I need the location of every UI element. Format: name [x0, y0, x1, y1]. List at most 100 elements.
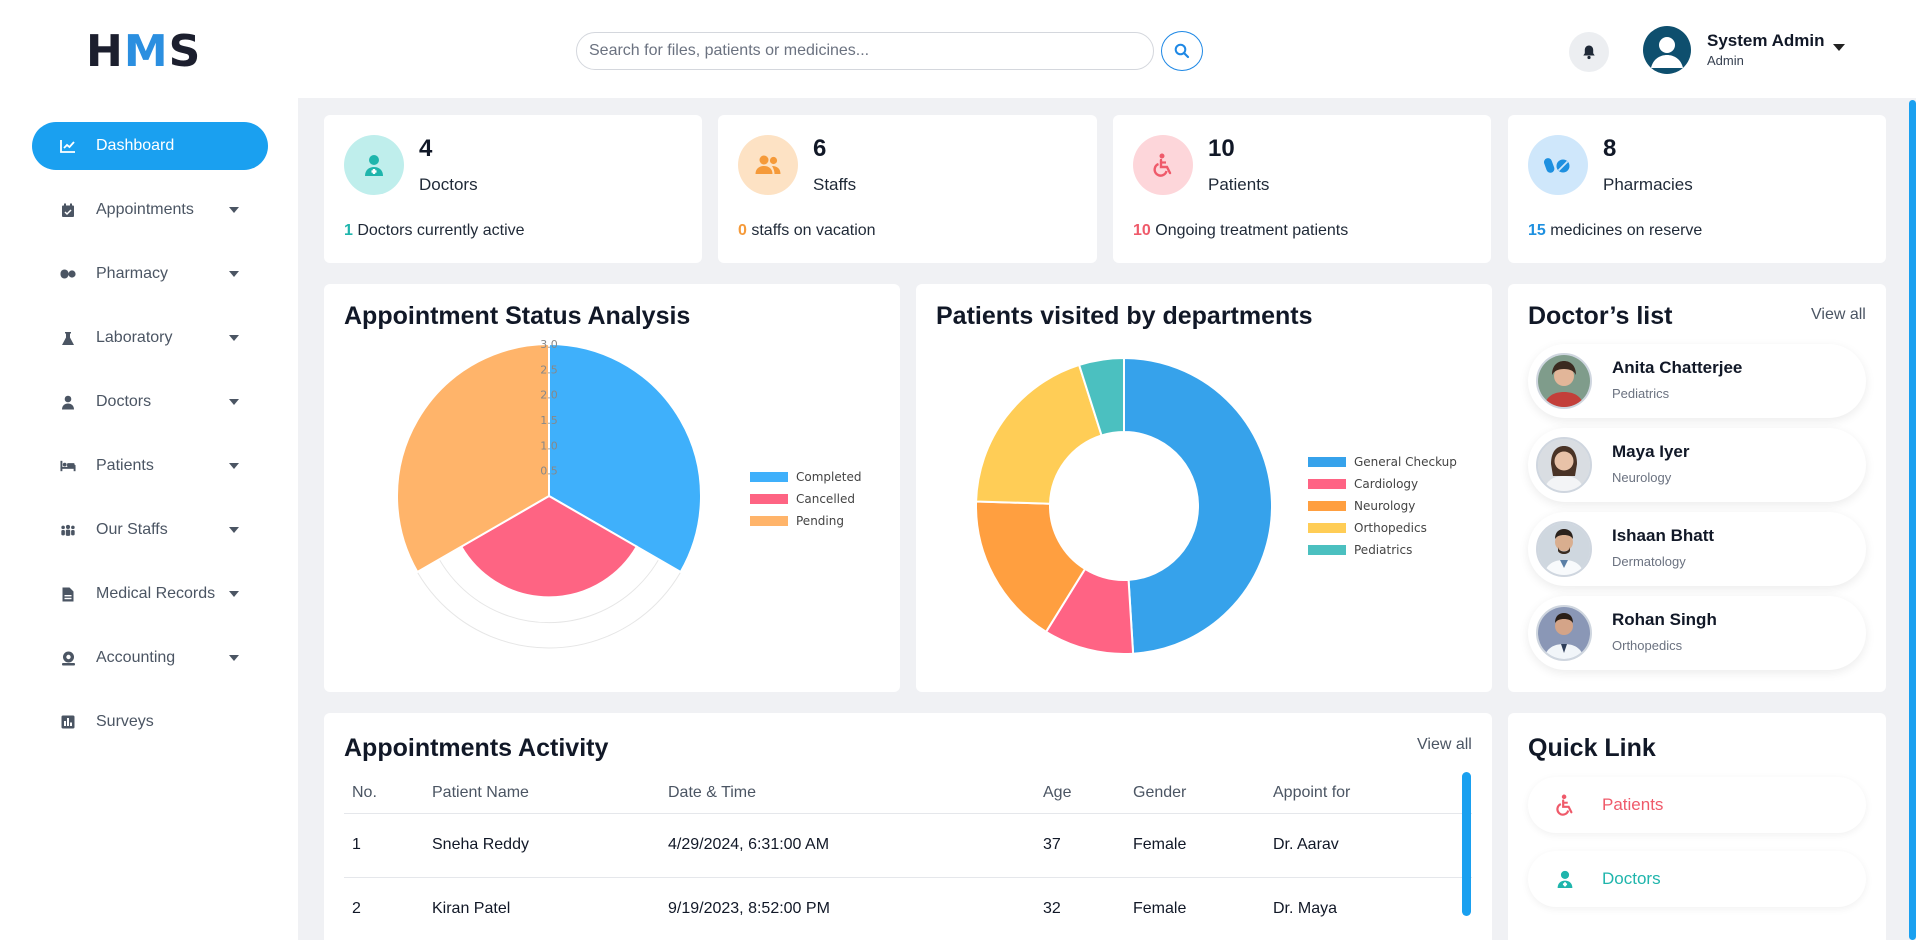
sidebar-item-our-staffs[interactable]: Our Staffs [32, 506, 268, 554]
sidebar-item-pharmacy[interactable]: Pharmacy [32, 250, 268, 298]
doughnut-segment-general-checkup[interactable] [1123, 356, 1273, 655]
table-scrollbar[interactable] [1462, 772, 1471, 916]
square-poll-icon [60, 714, 76, 730]
departments-card: Patients visited by departments General … [916, 284, 1492, 692]
user-icon [1651, 37, 1683, 68]
column-header[interactable]: Age [1043, 784, 1071, 802]
user-doctor-icon [1554, 869, 1576, 889]
stat-value: 4 [419, 135, 433, 162]
column-header[interactable]: Appoint for [1273, 784, 1350, 802]
sidebar-item-laboratory[interactable]: Laboratory [32, 314, 268, 362]
sidebar-item-dashboard[interactable]: Dashboard [32, 122, 268, 170]
stat-label: Pharmacies [1603, 175, 1693, 194]
doctor-avatar [1536, 437, 1592, 493]
sidebar-item-doctors[interactable]: Doctors [32, 378, 268, 426]
stat-value: 8 [1603, 135, 1617, 162]
chart-line-icon [60, 138, 76, 154]
chevron-down-icon[interactable] [229, 591, 239, 597]
sidebar-item-appointments[interactable]: Appointments [32, 186, 268, 234]
stat-card-staffs[interactable]: 6 Staffs 0 staffs on vacation [718, 115, 1097, 263]
legend-item[interactable]: Orthopedics [1308, 517, 1457, 539]
stat-label: Doctors [419, 175, 478, 194]
sidebar-item-label: Doctors [96, 393, 152, 410]
user-name[interactable]: System Admin [1707, 31, 1824, 51]
stat-card-patients[interactable]: 10 Patients 10 Ongoing treatment patient… [1113, 115, 1491, 263]
sidebar-item-label: Laboratory [96, 329, 173, 346]
column-header[interactable]: Date & Time [668, 784, 756, 802]
divider [344, 877, 1472, 878]
sidebar-item-patients[interactable]: Patients [32, 442, 268, 490]
radial-tick-label: 3.0 [540, 338, 558, 351]
doctor-list-item[interactable]: Anita Chatterjee Pediatrics [1528, 344, 1866, 418]
bell-icon [1583, 45, 1595, 60]
legend-item[interactable]: Pending [750, 510, 861, 532]
view-all-link[interactable]: View all [1417, 736, 1472, 754]
notifications-button[interactable] [1569, 32, 1609, 72]
cell-appoint-for: Dr. Aarav [1273, 836, 1339, 853]
cell-appoint-for: Dr. Maya [1273, 900, 1338, 917]
sidebar-item-label: Accounting [96, 649, 176, 666]
search-icon [1174, 43, 1190, 59]
sidebar-item-label: Pharmacy [96, 265, 169, 282]
user-doctor-icon [60, 394, 76, 410]
cell-patient-name: Sneha Reddy [432, 836, 529, 853]
quick-links-card: Quick Link Patients Doctors [1508, 713, 1886, 940]
chevron-down-icon[interactable] [229, 335, 239, 341]
doctor-list-item[interactable]: Maya Iyer Neurology [1528, 428, 1866, 502]
stat-card-pharmacies[interactable]: 8 Pharmacies 15 medicines on reserve [1508, 115, 1886, 263]
chevron-down-icon[interactable] [229, 655, 239, 661]
doctor-list-item[interactable]: Ishaan Bhatt Dermatology [1528, 512, 1866, 586]
radial-tick-label: 1.5 [540, 414, 558, 427]
chevron-down-icon[interactable] [229, 463, 239, 469]
radial-tick-label: 1.0 [540, 439, 558, 452]
search-input[interactable] [576, 32, 1154, 70]
sidebar-item-label: Patients [96, 457, 154, 474]
sidebar-item-accounting[interactable]: Accounting [32, 634, 268, 682]
stat-card-doctors[interactable]: 4 Doctors 1 Doctors currently active [324, 115, 702, 263]
radial-tick-label: 2.5 [540, 363, 558, 376]
flask-icon [60, 330, 76, 346]
legend-item[interactable]: Neurology [1308, 495, 1457, 517]
wheelchair-icon [1133, 135, 1193, 195]
legend-item[interactable]: General Checkup [1308, 451, 1457, 473]
legend-item[interactable]: Cancelled [750, 488, 861, 510]
sidebar-item-surveys[interactable]: Surveys [32, 698, 268, 746]
column-header[interactable]: No. [352, 784, 377, 802]
doughnut-segment-orthopedics[interactable] [975, 363, 1103, 505]
stat-note: 10 Ongoing treatment patients [1133, 222, 1349, 239]
legend-item[interactable]: Cardiology [1308, 473, 1457, 495]
quick-links-title: Quick Link [1528, 734, 1656, 762]
stat-value: 6 [813, 135, 827, 162]
doctor-list-item[interactable]: Rohan Singh Orthopedics [1528, 596, 1866, 670]
file-medical-icon [60, 586, 76, 602]
divider [344, 813, 1472, 814]
cell-age: 32 [1043, 900, 1061, 917]
chevron-down-icon[interactable] [229, 399, 239, 405]
quick-link-label: Doctors [1602, 869, 1661, 888]
chart-legend: Completed Cancelled Pending [750, 466, 861, 532]
legend-item[interactable]: Pediatrics [1308, 539, 1457, 561]
cell-gender: Female [1133, 836, 1187, 853]
people-group-icon [60, 522, 76, 538]
user-avatar[interactable] [1643, 26, 1691, 74]
column-header[interactable]: Gender [1133, 784, 1186, 802]
sidebar-item-medical-records[interactable]: Medical Records [32, 570, 268, 618]
doctor-department: Orthopedics [1612, 638, 1683, 653]
page-scrollbar[interactable] [1909, 100, 1916, 940]
chevron-down-icon[interactable] [229, 207, 239, 213]
quick-link-doctors[interactable]: Doctors [1528, 851, 1866, 907]
column-header[interactable]: Patient Name [432, 784, 529, 802]
doctors-list-title: Doctor’s list [1528, 302, 1673, 330]
quick-link-patients[interactable]: Patients [1528, 777, 1866, 833]
legend-item[interactable]: Completed [750, 466, 861, 488]
chevron-down-icon[interactable] [229, 271, 239, 277]
view-all-link[interactable]: View all [1811, 306, 1866, 324]
sidebar: Dashboard Appointments Pharmacy Laborato… [0, 98, 298, 940]
pills-icon [60, 266, 76, 282]
chevron-down-icon[interactable] [1833, 44, 1845, 51]
search-button[interactable] [1161, 31, 1203, 71]
app-logo[interactable]: HMS [86, 26, 201, 77]
doctor-department: Dermatology [1612, 554, 1686, 569]
stat-label: Staffs [813, 175, 857, 194]
chevron-down-icon[interactable] [229, 527, 239, 533]
